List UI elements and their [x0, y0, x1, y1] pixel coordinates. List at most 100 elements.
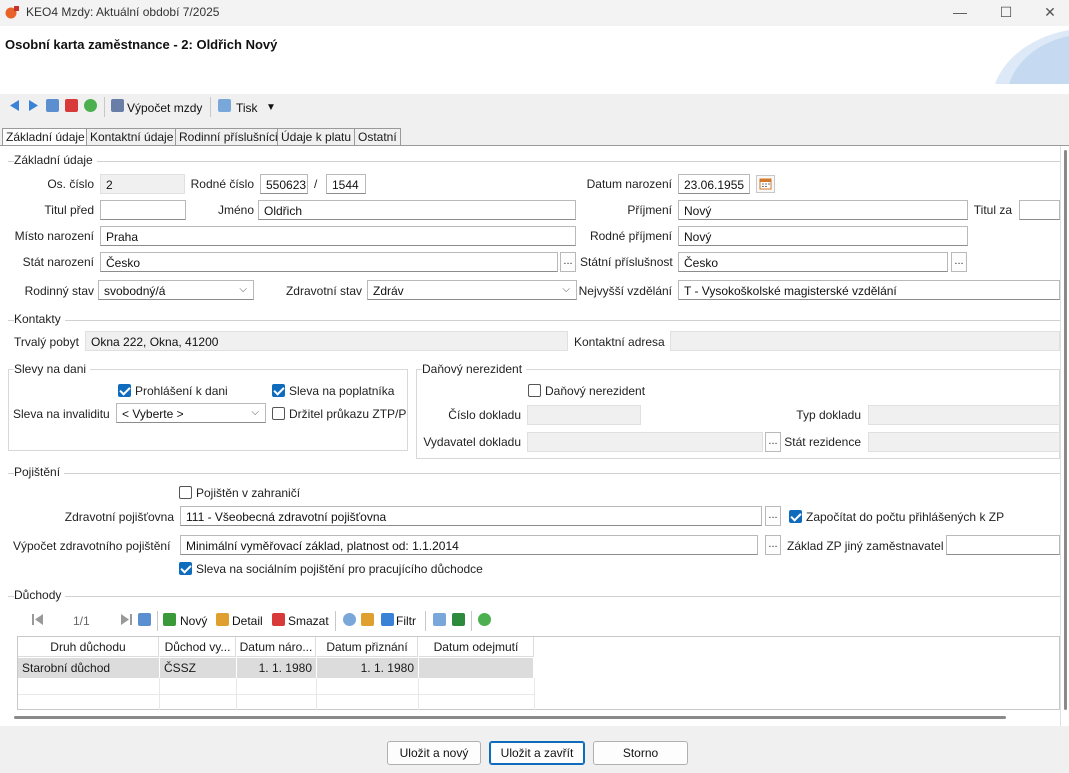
ulozit-a-novy-button[interactable]: Uložit a nový — [387, 741, 481, 765]
zdravotni-pojistovna-field[interactable]: 111 - Všeobecná zdravotní pojišťovna — [180, 506, 762, 526]
vypocet-zp-picker-button[interactable]: ... — [765, 535, 781, 555]
column-header[interactable]: Datum přiznání — [317, 637, 418, 657]
search-icon[interactable] — [343, 613, 356, 626]
tab-kontaktni-udaje[interactable]: Kontaktní údaje — [86, 128, 178, 146]
vertical-scrollbar-thumb[interactable] — [1064, 150, 1067, 710]
calculator-icon — [111, 99, 124, 112]
refresh-icon[interactable] — [138, 613, 151, 626]
trvaly-pobyt-label: Trvalý pobyt — [14, 335, 79, 349]
history-icon[interactable] — [84, 99, 97, 112]
vypocet-zp-label: Výpočet zdravotního pojištění — [13, 539, 171, 553]
prijmeni-field[interactable]: Nový — [678, 200, 968, 220]
statni-prislusnost-field[interactable]: Česko — [678, 252, 948, 272]
filter-icon — [381, 613, 394, 626]
table-cell[interactable] — [419, 658, 534, 678]
printer-icon[interactable] — [433, 613, 446, 626]
column-header[interactable]: Důchod vy... — [160, 637, 236, 657]
smazat-button[interactable]: Smazat — [288, 614, 329, 628]
tab-ostatni[interactable]: Ostatní — [354, 128, 401, 146]
toolbar-separator — [210, 97, 211, 117]
column-header[interactable]: Druh důchodu — [18, 637, 159, 657]
novy-button[interactable]: Nový — [180, 614, 207, 628]
first-page-icon[interactable] — [32, 614, 43, 625]
datum-narozeni-field[interactable]: 23.06.1955 — [678, 174, 750, 194]
zdravotni-stav-select[interactable]: Zdráv ⌵ — [367, 280, 577, 300]
cislo-dokladu-label: Číslo dokladu — [448, 408, 521, 422]
storno-button[interactable]: Storno — [593, 741, 688, 765]
excel-icon[interactable] — [452, 613, 465, 626]
rodne-cislo-part1-field[interactable]: 550623 — [260, 174, 308, 194]
zapocitat-zp-label: Započítat do počtu přihlášených k ZP — [806, 510, 1005, 524]
zdravotni-pojistovna-picker-button[interactable]: ... — [765, 506, 781, 526]
column-header[interactable]: Datum náro... — [237, 637, 316, 657]
ztp-checkbox[interactable] — [272, 407, 285, 420]
refresh-icon[interactable] — [46, 99, 59, 112]
vydavatel-dokladu-field[interactable] — [527, 432, 763, 452]
rodne-cislo-separator: / — [314, 177, 318, 191]
detail-button[interactable]: Detail — [232, 614, 263, 628]
pojisteni-section-line — [8, 473, 1060, 474]
sort-icon[interactable] — [361, 613, 374, 626]
history-icon[interactable] — [478, 613, 491, 626]
vypocet-zp-field[interactable]: Minimální vyměřovací základ, platnost od… — [180, 535, 758, 555]
pojisten-v-zahranici-checkbox[interactable] — [179, 486, 192, 499]
rodinny-stav-select[interactable]: svobodný/á ⌵ — [98, 280, 254, 300]
table-cell[interactable]: 1. 1. 1980 — [237, 658, 317, 678]
stat-narozeni-picker-button[interactable]: ... — [560, 252, 576, 272]
typ-dokladu-field[interactable] — [868, 405, 1060, 425]
trvaly-pobyt-field[interactable]: Okna 222, Okna, 41200 — [85, 331, 568, 351]
calendar-icon[interactable] — [756, 175, 775, 193]
kontaktni-adresa-field[interactable] — [670, 331, 1060, 351]
stat-rezidence-field[interactable] — [868, 432, 1060, 452]
zapocitat-zp-checkbox[interactable] — [789, 510, 802, 523]
next-record-icon[interactable] — [28, 100, 38, 111]
close-button[interactable]: ✕ — [1027, 0, 1069, 26]
titul-za-field[interactable] — [1019, 200, 1060, 220]
titul-pred-field[interactable] — [100, 200, 186, 220]
table-cell[interactable]: ČSSZ — [160, 658, 237, 678]
column-header[interactable]: Datum odejmutí — [419, 637, 534, 657]
table-cell[interactable]: 1. 1. 1980 — [317, 658, 419, 678]
sleva-invalidita-value: < Vyberte > — [122, 407, 184, 421]
last-page-icon[interactable] — [121, 614, 132, 625]
prev-record-icon[interactable] — [10, 100, 20, 111]
zdravotni-pojistovna-label: Zdravotní pojišťovna — [64, 510, 174, 524]
rodne-prijmeni-field[interactable]: Nový — [678, 226, 968, 246]
prohlaseni-k-dani-checkbox[interactable] — [118, 384, 131, 397]
sleva-socialni-checkbox[interactable] — [179, 562, 192, 575]
table-cell[interactable]: Starobní důchod — [18, 658, 160, 678]
toolbar-separator — [471, 611, 472, 631]
stat-narozeni-field[interactable]: Česko — [100, 252, 558, 272]
sleva-invalidita-select[interactable]: < Vyberte > ⌵ — [116, 403, 266, 423]
maximize-button[interactable]: ☐ — [983, 0, 1029, 26]
ulozit-a-zavrit-button[interactable]: Uložit a zavřít — [489, 741, 585, 765]
toolbar-separator — [157, 611, 158, 631]
rodne-cislo-part2-field[interactable]: 1544 — [326, 174, 366, 194]
tisk-dropdown-icon[interactable]: ▼ — [266, 102, 276, 113]
sleva-poplatnik-checkbox[interactable] — [272, 384, 285, 397]
jmeno-field[interactable]: Oldřich — [258, 200, 576, 220]
zaklad-zp-jiny-field[interactable] — [946, 535, 1060, 555]
delete-record-icon[interactable] — [65, 99, 78, 112]
rodinny-stav-label: Rodinný stav — [24, 284, 94, 298]
filtr-button[interactable]: Filtr — [396, 614, 416, 628]
tisk-button[interactable]: Tisk — [236, 101, 258, 115]
vypocet-mzdy-button[interactable]: Výpočet mzdy — [127, 101, 202, 115]
rodne-cislo-label: Rodné číslo — [190, 177, 254, 191]
statni-prislusnost-picker-button[interactable]: ... — [951, 252, 967, 272]
cislo-dokladu-field[interactable] — [527, 405, 641, 425]
zakladni-legend: Základní údaje — [14, 153, 97, 167]
tab-udaje-k-platu[interactable]: Údaje k platu — [277, 128, 356, 146]
rodinny-stav-value: svobodný/á — [104, 284, 166, 298]
minimize-button[interactable]: — — [937, 0, 983, 26]
pojisten-v-zahranici-label: Pojištěn v zahraničí — [196, 486, 301, 500]
statni-prislusnost-label: Státní příslušnost — [580, 255, 673, 269]
os-cislo-field[interactable]: 2 — [100, 174, 185, 194]
kontakty-section-line — [8, 320, 1060, 321]
misto-narozeni-field[interactable]: Praha — [100, 226, 576, 246]
pojisteni-legend: Pojištění — [14, 465, 65, 479]
danovy-nerezident-checkbox[interactable] — [528, 384, 541, 397]
horizontal-scrollbar-thumb[interactable] — [14, 716, 1006, 719]
tab-rodinni-prislusnici[interactable]: Rodinní příslušníci — [175, 128, 282, 146]
nejvyssi-vzdelani-field[interactable]: T - Vysokoškolské magisterské vzdělání — [678, 280, 1060, 300]
